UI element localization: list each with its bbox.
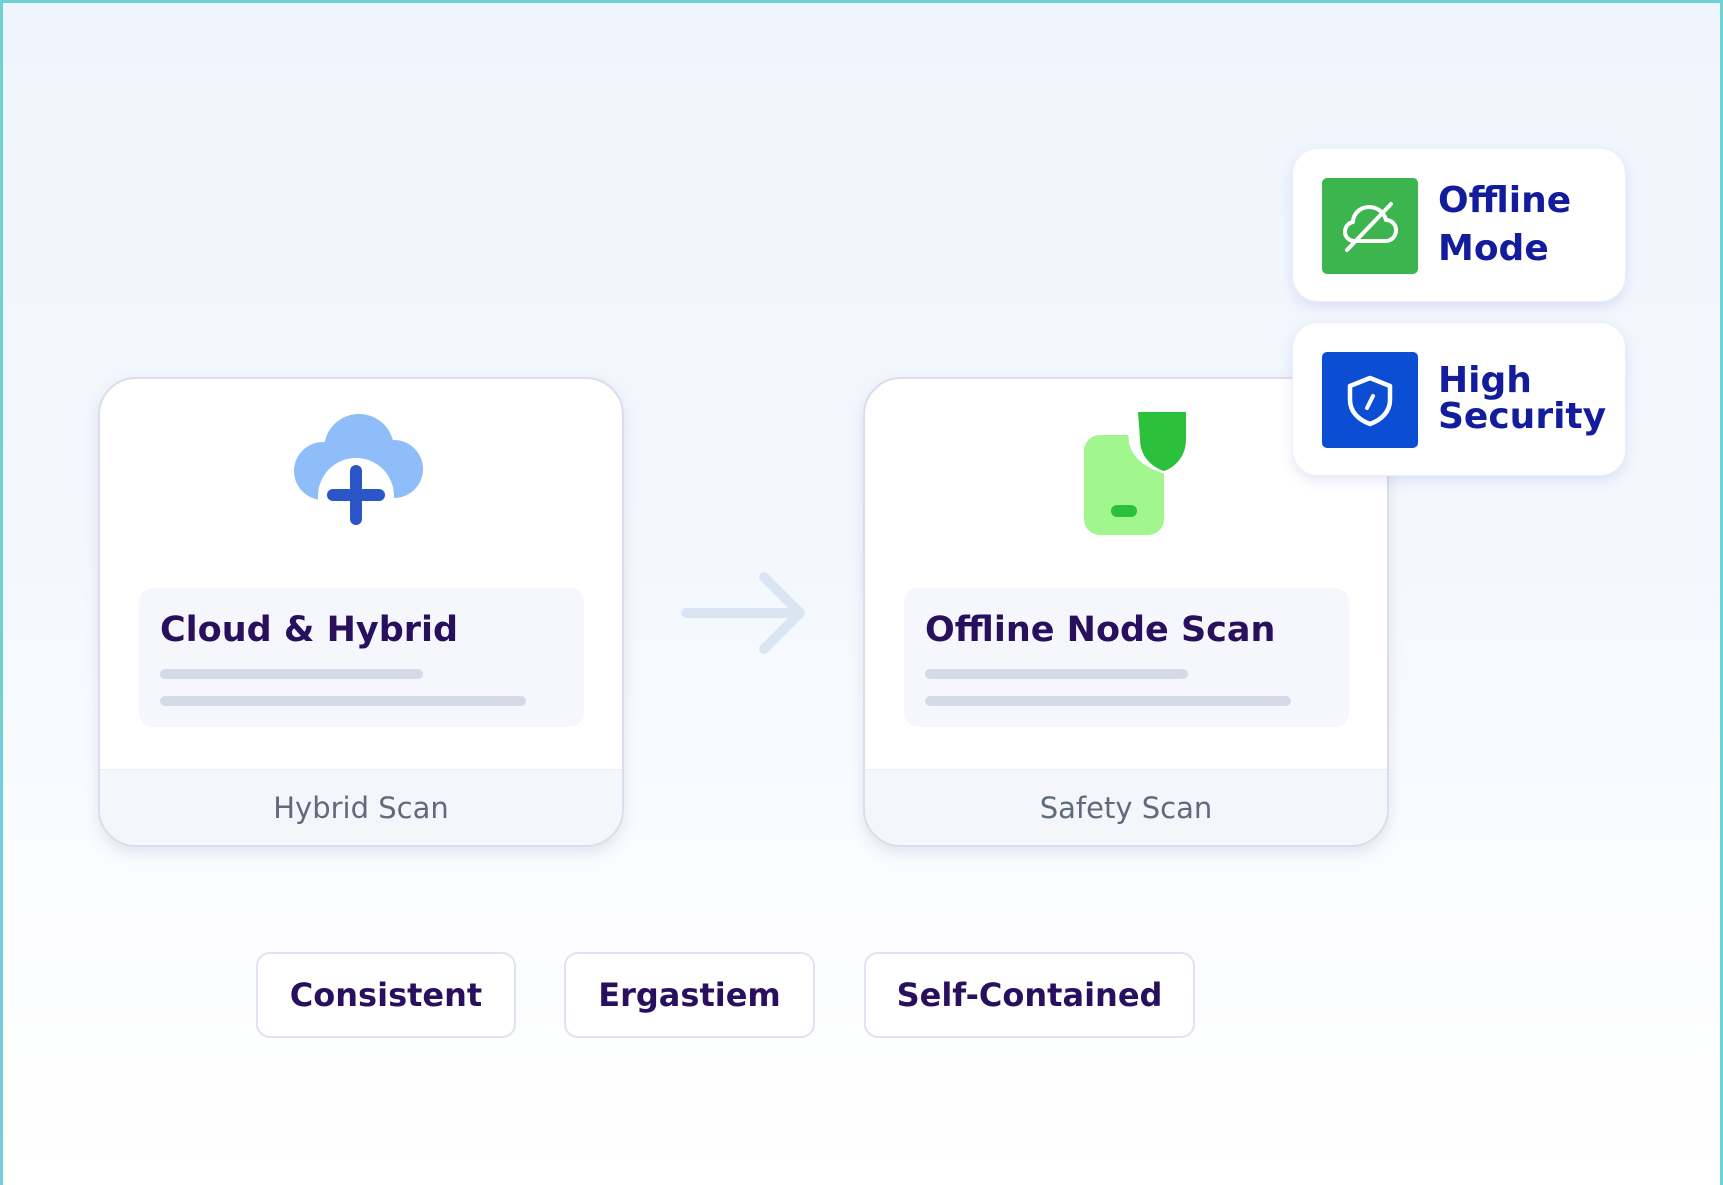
tag-consistent: Consistent <box>256 952 516 1038</box>
high-security-text: High Security <box>1438 323 1615 475</box>
cloud-add-icon <box>294 414 423 534</box>
shielded-device-icon <box>1084 409 1191 535</box>
shield-icon <box>1322 352 1418 448</box>
cloud-off-icon <box>1322 178 1418 274</box>
placeholder-line <box>160 696 526 706</box>
arrow-right-icon <box>681 572 805 654</box>
high-security-badge: High Security <box>1292 322 1626 476</box>
cloud-hybrid-card: Cloud & Hybrid Hybrid Scan <box>98 377 624 847</box>
placeholder-line <box>160 669 423 679</box>
tag-ergastiem: Ergastiem <box>564 952 815 1038</box>
offline-node-info: Offline Node Scan <box>904 588 1349 727</box>
badge-line: Security <box>1438 396 1607 437</box>
badge-line: Offline <box>1438 180 1572 221</box>
hybrid-scan-label: Hybrid Scan <box>100 769 622 845</box>
cloud-hybrid-info: Cloud & Hybrid <box>139 588 584 727</box>
placeholder-line <box>925 669 1188 679</box>
offline-node-title: Offline Node Scan <box>925 610 1276 650</box>
badge-line: Mode <box>1438 228 1549 269</box>
offline-mode-text: Offline Mode <box>1438 149 1615 301</box>
tag-self-contained: Self-Contained <box>864 952 1195 1038</box>
badge-line: High <box>1438 360 1532 401</box>
offline-mode-badge: Offline Mode <box>1292 148 1626 302</box>
safety-scan-label: Safety Scan <box>865 769 1387 845</box>
placeholder-line <box>925 696 1291 706</box>
cloud-hybrid-title: Cloud & Hybrid <box>160 610 459 650</box>
